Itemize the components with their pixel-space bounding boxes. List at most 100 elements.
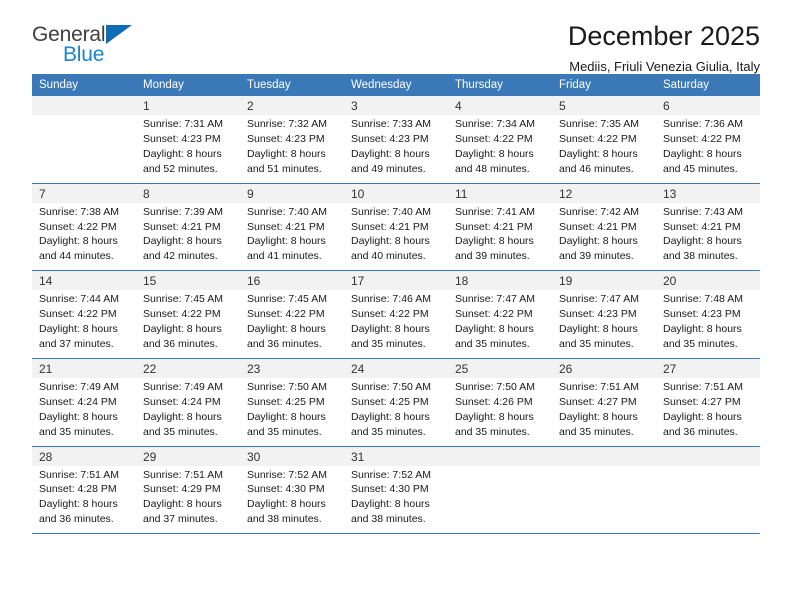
day-info-line: and 35 minutes. <box>143 425 218 438</box>
day-number-22[interactable]: 22 <box>136 358 240 378</box>
day-info-line: and 36 minutes. <box>143 337 218 350</box>
day-number-28[interactable]: 28 <box>32 446 136 466</box>
day-number-9[interactable]: 9 <box>240 183 344 203</box>
day-cell-6[interactable]: Sunrise: 7:36 AM Sunset: 4:22 PM Daylight:… <box>656 115 760 184</box>
day-cell-7[interactable]: Sunrise: 7:38 AM Sunset: 4:22 PM Daylight:… <box>32 202 136 271</box>
day-cell-3[interactable]: Sunrise: 7:33 AM Sunset: 4:23 PM Daylight:… <box>344 115 448 184</box>
day-cell-11[interactable]: Sunrise: 7:41 AM Sunset: 4:21 PM Daylight:… <box>448 202 552 271</box>
day-cell-26[interactable]: Sunrise: 7:51 AM Sunset: 4:27 PM Daylight:… <box>552 377 656 446</box>
day-cell-16[interactable]: Sunrise: 7:45 AM Sunset: 4:22 PM Daylight:… <box>240 290 344 359</box>
day-cell-1[interactable]: Sunrise: 7:31 AM Sunset: 4:23 PM Daylight:… <box>136 115 240 184</box>
day-number-31[interactable]: 31 <box>344 446 448 466</box>
page-header: General Blue December 2025 Mediis, Friul… <box>32 0 760 75</box>
day-cell-19[interactable]: Sunrise: 7:47 AM Sunset: 4:23 PM Daylight:… <box>552 290 656 359</box>
day-number-13[interactable]: 13 <box>656 183 760 203</box>
day-info-line: Sunset: 4:27 PM <box>663 395 741 408</box>
day-number-5[interactable]: 5 <box>552 96 656 115</box>
day-number-2[interactable]: 2 <box>240 96 344 115</box>
day-number-6[interactable]: 6 <box>656 96 760 115</box>
day-cell-15[interactable]: Sunrise: 7:45 AM Sunset: 4:22 PM Daylight:… <box>136 290 240 359</box>
day-cell-23[interactable]: Sunrise: 7:50 AM Sunset: 4:25 PM Daylight:… <box>240 377 344 446</box>
day-cell-14[interactable]: Sunrise: 7:44 AM Sunset: 4:22 PM Daylight:… <box>32 290 136 359</box>
day-info-line: Sunset: 4:21 PM <box>455 220 533 233</box>
day-number-30[interactable]: 30 <box>240 446 344 466</box>
day-number-29[interactable]: 29 <box>136 446 240 466</box>
day-number-24[interactable]: 24 <box>344 358 448 378</box>
day-cell-21[interactable]: Sunrise: 7:49 AM Sunset: 4:24 PM Daylight:… <box>32 377 136 446</box>
day-info-line: Sunrise: 7:34 AM <box>455 118 535 130</box>
day-info-line: and 35 minutes. <box>455 425 530 438</box>
day-info-line: Daylight: 8 hours <box>559 410 638 423</box>
day-number-3[interactable]: 3 <box>344 96 448 115</box>
weekday-header-friday: Friday <box>552 74 656 96</box>
day-cell-30[interactable]: Sunrise: 7:52 AM Sunset: 4:30 PM Daylight:… <box>240 465 344 535</box>
day-number-8[interactable]: 8 <box>136 183 240 203</box>
day-info-line: and 39 minutes. <box>455 250 530 263</box>
day-number-19[interactable]: 19 <box>552 271 656 291</box>
day-number-14[interactable]: 14 <box>32 271 136 291</box>
day-info-line: Sunset: 4:24 PM <box>39 395 117 408</box>
weekday-header-row: Sunday Monday Tuesday Wednesday Thursday Frid… <box>32 74 760 96</box>
day-number-4[interactable]: 4 <box>448 96 552 115</box>
day-cell-17[interactable]: Sunrise: 7:46 AM Sunset: 4:22 PM Daylight:… <box>344 290 448 359</box>
day-info-line: Sunset: 4:27 PM <box>559 395 637 408</box>
day-cell-31[interactable]: Sunrise: 7:52 AM Sunset: 4:30 PM Daylight:… <box>344 465 448 535</box>
calendar-head: Sunday Monday Tuesday Wednesday Thursday Frid… <box>32 74 760 96</box>
day-cell-18[interactable]: Sunrise: 7:47 AM Sunset: 4:22 PM Daylight:… <box>448 290 552 359</box>
day-cell-10[interactable]: Sunrise: 7:40 AM Sunset: 4:21 PM Daylight:… <box>344 202 448 271</box>
day-cell-13[interactable]: Sunrise: 7:43 AM Sunset: 4:21 PM Daylight:… <box>656 202 760 271</box>
day-number-row: 21 22 23 24 25 26 27 <box>32 358 760 378</box>
day-info-line: Sunset: 4:29 PM <box>143 483 221 496</box>
day-number-21[interactable]: 21 <box>32 358 136 378</box>
day-cell-8[interactable]: Sunrise: 7:39 AM Sunset: 4:21 PM Daylight:… <box>136 202 240 271</box>
day-cell-22[interactable]: Sunrise: 7:49 AM Sunset: 4:24 PM Daylight:… <box>136 377 240 446</box>
day-number-7[interactable]: 7 <box>32 183 136 203</box>
day-cell-27[interactable]: Sunrise: 7:51 AM Sunset: 4:27 PM Daylight:… <box>656 377 760 446</box>
day-info-line: Sunset: 4:22 PM <box>455 308 533 321</box>
day-info-line: Sunrise: 7:35 AM <box>559 118 639 130</box>
day-info-line: Sunrise: 7:50 AM <box>247 380 327 393</box>
day-info-line: Sunset: 4:22 PM <box>663 132 741 145</box>
day-number-18[interactable]: 18 <box>448 271 552 291</box>
day-cell-5[interactable]: Sunrise: 7:35 AM Sunset: 4:22 PM Daylight:… <box>552 115 656 184</box>
day-info-line: Daylight: 8 hours <box>143 410 222 423</box>
day-info-line: Daylight: 8 hours <box>455 235 534 248</box>
day-number-20[interactable]: 20 <box>656 271 760 291</box>
day-info-line: Daylight: 8 hours <box>143 498 222 511</box>
day-cell-25[interactable]: Sunrise: 7:50 AM Sunset: 4:26 PM Daylight:… <box>448 377 552 446</box>
day-number-17[interactable]: 17 <box>344 271 448 291</box>
day-number-27[interactable]: 27 <box>656 358 760 378</box>
day-info-line: Sunrise: 7:51 AM <box>663 380 743 393</box>
day-info-line: and 36 minutes. <box>663 425 738 438</box>
day-info-line: Sunset: 4:22 PM <box>39 220 117 233</box>
day-info-line: Daylight: 8 hours <box>39 323 118 336</box>
day-cell-29[interactable]: Sunrise: 7:51 AM Sunset: 4:29 PM Daylight:… <box>136 465 240 535</box>
day-number-23[interactable]: 23 <box>240 358 344 378</box>
weekday-header-tuesday: Tuesday <box>240 74 344 96</box>
day-cell-12[interactable]: Sunrise: 7:42 AM Sunset: 4:21 PM Daylight:… <box>552 202 656 271</box>
day-info-line: Daylight: 8 hours <box>455 323 534 336</box>
day-number-10[interactable]: 10 <box>344 183 448 203</box>
day-number-16[interactable]: 16 <box>240 271 344 291</box>
day-cell-20[interactable]: Sunrise: 7:48 AM Sunset: 4:23 PM Daylight:… <box>656 290 760 359</box>
day-number-25[interactable]: 25 <box>448 358 552 378</box>
day-info-line: Sunset: 4:22 PM <box>39 308 117 321</box>
day-detail-row: Sunrise: 7:31 AM Sunset: 4:23 PM Daylight:… <box>32 115 760 184</box>
day-cell-28[interactable]: Sunrise: 7:51 AM Sunset: 4:28 PM Daylight:… <box>32 465 136 535</box>
day-number-26[interactable]: 26 <box>552 358 656 378</box>
day-cell-9[interactable]: Sunrise: 7:40 AM Sunset: 4:21 PM Daylight:… <box>240 202 344 271</box>
day-info-line: Sunrise: 7:50 AM <box>455 380 535 393</box>
day-number-12[interactable]: 12 <box>552 183 656 203</box>
day-cell-24[interactable]: Sunrise: 7:50 AM Sunset: 4:25 PM Daylight:… <box>344 377 448 446</box>
day-number-15[interactable]: 15 <box>136 271 240 291</box>
day-info-line: Sunset: 4:26 PM <box>455 395 533 408</box>
day-info-line: Sunrise: 7:44 AM <box>39 293 119 306</box>
day-cell-2[interactable]: Sunrise: 7:32 AM Sunset: 4:23 PM Daylight:… <box>240 115 344 184</box>
day-cell-4[interactable]: Sunrise: 7:34 AM Sunset: 4:22 PM Daylight:… <box>448 115 552 184</box>
day-number-1[interactable]: 1 <box>136 96 240 115</box>
day-detail-row: Sunrise: 7:38 AM Sunset: 4:22 PM Daylight:… <box>32 202 760 271</box>
day-number-11[interactable]: 11 <box>448 183 552 203</box>
day-info-line: and 38 minutes. <box>351 513 426 526</box>
day-number-row: 14 15 16 17 18 19 20 <box>32 271 760 291</box>
day-info-line: and 35 minutes. <box>39 425 114 438</box>
